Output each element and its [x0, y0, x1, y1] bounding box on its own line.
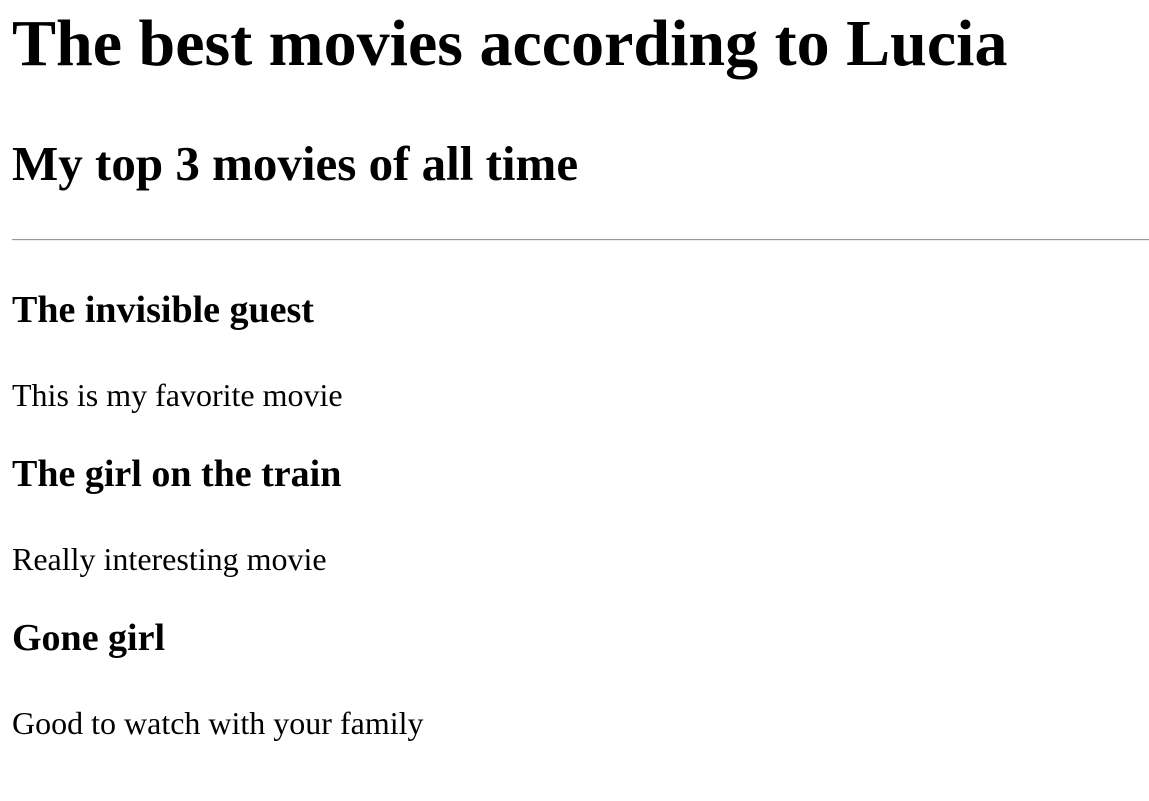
movie-description: This is my favorite movie	[12, 377, 343, 413]
page: The best movies according to Lucia My to…	[0, 0, 1149, 801]
movie-list: The invisible guest This is my favorite …	[12, 288, 1149, 742]
movie-title: The girl on the train	[12, 453, 342, 495]
movie-title: The invisible guest	[12, 289, 314, 331]
page-title: The best movies according to Lucia	[12, 7, 1008, 80]
movie-item: The invisible guest This is my favorite …	[12, 288, 1149, 414]
page-subtitle: My top 3 movies of all time	[12, 136, 579, 191]
movie-item: Gone girl Good to watch with your family	[12, 616, 1149, 742]
movie-title: Gone girl	[12, 617, 166, 659]
movie-description: Good to watch with your family	[12, 705, 424, 741]
movie-item: The girl on the train Really interesting…	[12, 452, 1149, 578]
divider	[12, 239, 1149, 241]
movie-description: Really interesting movie	[12, 541, 327, 577]
